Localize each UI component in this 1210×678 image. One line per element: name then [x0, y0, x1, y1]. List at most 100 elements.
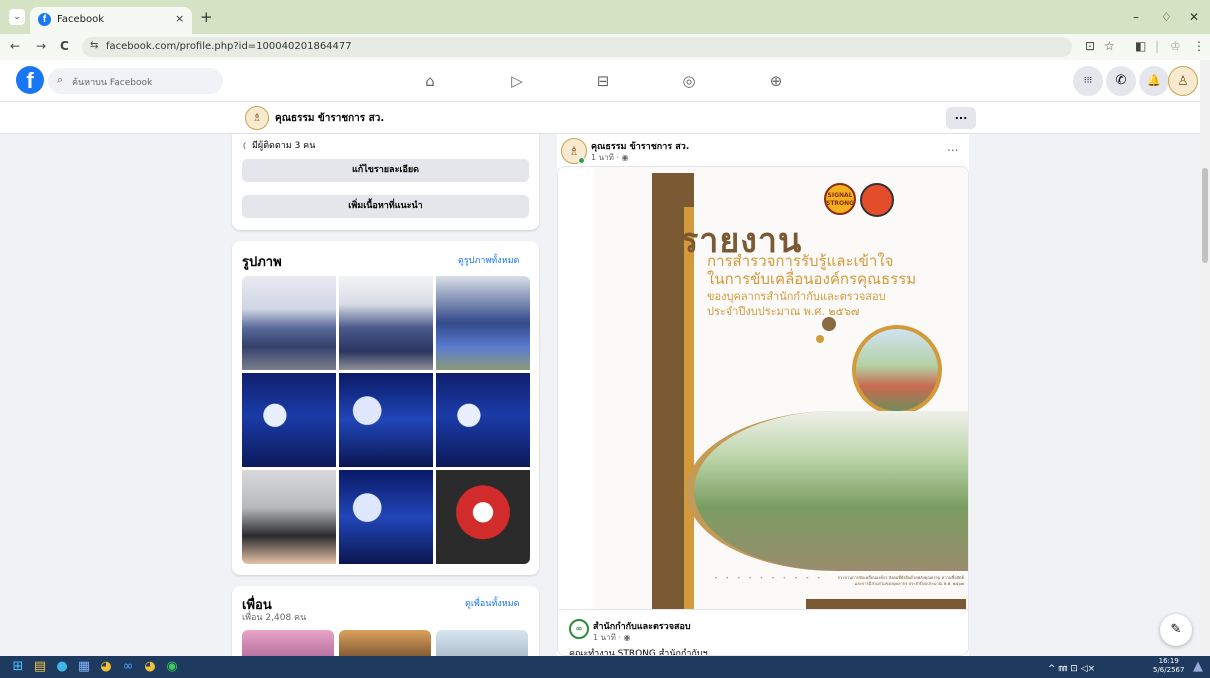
back-button[interactable]: ←	[10, 39, 20, 53]
chrome-icon[interactable]: ◕	[98, 659, 114, 675]
store-icon[interactable]: ▦	[76, 659, 92, 675]
file-explorer-icon[interactable]: ▤	[32, 659, 48, 675]
post-card: ♗ คุณธรรม ข้าราชการ สว. 1 นาที · ◉ ... S…	[557, 134, 969, 666]
friends-count: เพื่อน 2,408 คน	[242, 613, 307, 623]
facebook-logo-icon[interactable]: f	[16, 66, 44, 94]
minimize-window-button[interactable]: –	[1133, 10, 1139, 24]
notifications-bell-icon[interactable]: 🔔	[1139, 66, 1169, 96]
bookmark-star-icon[interactable]: ☆	[1104, 39, 1115, 53]
photo-thumbnail[interactable]	[339, 276, 433, 370]
poster-small-print: กระบวนการขับเคลื่อนองค์กร สังคมที่ยั่งยื…	[837, 575, 964, 586]
photos-title[interactable]: รูปภาพ	[242, 251, 282, 272]
see-all-photos-link[interactable]: ดูรูปภาพทั้งหมด	[458, 253, 519, 267]
poster-group-photo	[686, 411, 968, 571]
profile-sticky-bar: ♗ คุณธรรม ข้าราชการ สว. ...	[0, 102, 1200, 134]
profile-name[interactable]: คุณธรรม ข้าราชการ สว.	[275, 111, 384, 126]
profile-more-button[interactable]: ...	[946, 107, 976, 129]
photo-thumbnail[interactable]	[242, 373, 336, 467]
groups-icon[interactable]: ◎	[678, 70, 700, 92]
post-options-icon[interactable]: ...	[947, 140, 958, 154]
browser-tab-strip: ⌄ f Facebook × + – ♢ ✕	[0, 0, 1210, 34]
extensions-icon[interactable]: ◧	[1135, 39, 1146, 53]
menu-grid-icon[interactable]: ⁝⁝⁝	[1073, 66, 1103, 96]
poster-dot	[822, 317, 836, 331]
tab-close-icon[interactable]: ×	[175, 12, 184, 25]
photo-grid	[242, 276, 530, 564]
photo-thumbnail[interactable]	[436, 276, 530, 370]
strong-logo: SIGNAL STRONG	[824, 183, 856, 215]
browser-tab-facebook[interactable]: f Facebook ×	[30, 7, 192, 34]
forward-button[interactable]: →	[36, 39, 46, 53]
clock-date: 5/6/2567	[1153, 666, 1185, 674]
chrome-menu-icon[interactable]: ⋮	[1193, 39, 1205, 53]
edge-icon[interactable]: ●	[54, 659, 70, 675]
start-icon[interactable]: ⊞	[10, 659, 26, 675]
poster-line-4: ประจำปีงบประมาณ พ.ศ. ๒๕๖๗	[707, 305, 860, 318]
divider	[558, 609, 968, 610]
facebook-header: f ⌕ ค้นหาบน Facebook ⌂ ▷ ⊟ ◎ ⊕ ⁝⁝⁝ ✆ 🔔 ♙	[0, 60, 1200, 102]
add-featured-button[interactable]: เพิ่มเนื้อหาที่แนะนำ	[242, 195, 529, 218]
shared-timestamp[interactable]: 1 นาที · ◉	[593, 631, 630, 644]
reload-button[interactable]: C	[60, 39, 69, 53]
online-status-icon	[578, 157, 585, 164]
search-placeholder: ค้นหาบน Facebook	[72, 78, 153, 88]
close-window-button[interactable]: ✕	[1189, 10, 1199, 24]
poster-stripe-accent	[684, 207, 694, 609]
photo-thumbnail[interactable]	[436, 470, 530, 564]
translate-icon[interactable]: ⊡	[1085, 39, 1095, 53]
tab-title: Facebook	[57, 14, 104, 25]
search-icon: ⌕	[57, 73, 64, 86]
tab-search-icon[interactable]: ⌄	[9, 9, 25, 25]
office-logo-icon	[860, 183, 894, 217]
windows-taskbar: ⊞ ▤ ● ▦ ◕ ∞ ◕ ◉ ^ ㎜ ⊡ ◁× 16:19 5/6/2567 …	[0, 656, 1210, 678]
photo-thumbnail[interactable]	[242, 276, 336, 370]
scrollbar-thumb[interactable]	[1202, 168, 1208, 263]
url-text[interactable]: facebook.com/profile.php?id=100040201864…	[106, 41, 352, 52]
taskbar-clock[interactable]: 16:19 5/6/2567	[1153, 657, 1184, 675]
browser-toolbar: ← → C ⇆ facebook.com/profile.php?id=1000…	[0, 34, 1210, 60]
teams-icon[interactable]: ∞	[120, 659, 136, 675]
followers-count[interactable]: มีผู้ติดตาม 3 คน	[252, 141, 315, 151]
photos-card: รูปภาพ ดูรูปภาพทั้งหมด	[232, 241, 539, 575]
maximize-window-button[interactable]: ♢	[1161, 10, 1172, 24]
site-info-icon[interactable]: ⇆	[90, 40, 98, 51]
account-avatar[interactable]: ♙	[1168, 66, 1198, 96]
address-bar[interactable]: ⇆ facebook.com/profile.php?id=1000402018…	[82, 37, 1072, 57]
report-cover-image[interactable]: SIGNAL STRONG รายงาน การสำรวจการรับรู้แล…	[594, 167, 968, 609]
new-tab-button[interactable]: +	[200, 8, 213, 26]
facebook-favicon-icon: f	[38, 13, 51, 26]
friends-card: เพื่อน เพื่อน 2,408 คน ดูเพื่อนทั้งหมด	[232, 586, 539, 666]
messenger-icon[interactable]: ✆	[1106, 66, 1136, 96]
poster-dot	[816, 335, 824, 343]
profile-icon[interactable]: ♔	[1170, 39, 1181, 53]
notification-center-icon[interactable]: ▲	[1190, 659, 1206, 675]
page-scrollbar[interactable]	[1200, 60, 1210, 656]
photo-thumbnail[interactable]	[242, 470, 336, 564]
photo-thumbnail[interactable]	[339, 373, 433, 467]
chrome-profile-icon[interactable]: ◕	[142, 659, 158, 675]
line-icon[interactable]: ◉	[164, 659, 180, 675]
poster-dots: • • • • • • • • • •	[714, 575, 824, 582]
shared-author-avatar[interactable]: ∞	[569, 619, 589, 639]
clock-time: 16:19	[1158, 657, 1179, 665]
marketplace-icon[interactable]: ⊟	[592, 70, 614, 92]
followers-rss-icon: ⦅	[243, 141, 246, 151]
post-timestamp[interactable]: 1 นาที · ◉	[591, 151, 628, 164]
poster-footer-bar	[806, 599, 966, 609]
see-all-friends-link[interactable]: ดูเพื่อนทั้งหมด	[465, 596, 519, 610]
poster-circle-photo	[852, 325, 942, 415]
home-icon[interactable]: ⌂	[419, 70, 441, 92]
video-icon[interactable]: ▷	[506, 70, 528, 92]
facebook-search-input[interactable]: ⌕ ค้นหาบน Facebook	[48, 68, 223, 94]
profile-avatar[interactable]: ♗	[245, 106, 269, 130]
shared-post[interactable]: SIGNAL STRONG รายงาน การสำรวจการรับรู้แล…	[557, 166, 969, 656]
edit-details-button[interactable]: แก้ไขรายละเอียด	[242, 159, 529, 182]
photo-thumbnail[interactable]	[339, 470, 433, 564]
new-message-compose-icon[interactable]: ✎	[1160, 614, 1192, 646]
photo-thumbnail[interactable]	[436, 373, 530, 467]
system-tray-icons[interactable]: ^ ㎜ ⊡ ◁×	[1048, 661, 1095, 674]
toolbar-divider: |	[1155, 39, 1160, 53]
shared-post-text: คณะทำงาน STRONG สำนักกำกับฯ	[569, 649, 708, 656]
gaming-icon[interactable]: ⊕	[765, 70, 787, 92]
screen: ⌄ f Facebook × + – ♢ ✕ ← → C ⇆ facebook.…	[0, 0, 1210, 678]
